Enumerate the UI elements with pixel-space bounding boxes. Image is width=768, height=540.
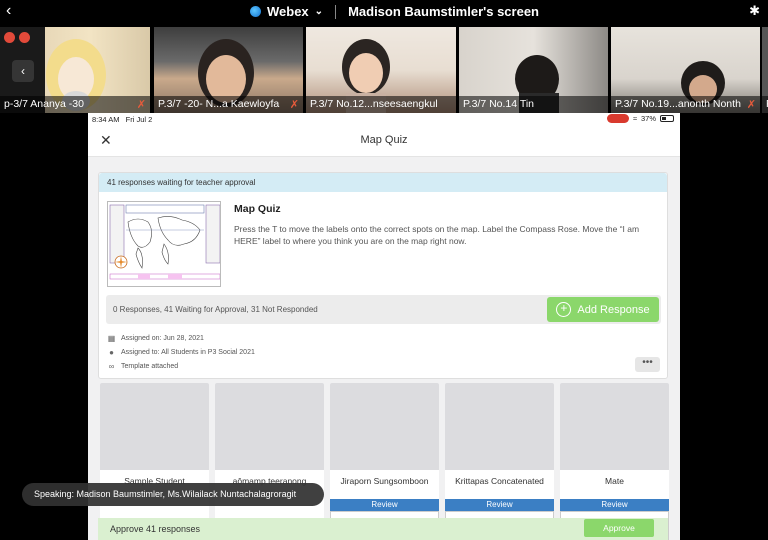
shared-screen-title: Madison Baumstimler's screen (348, 4, 539, 19)
review-button[interactable]: Review (560, 499, 669, 511)
response-card[interactable]: aômamp teeranong (215, 383, 324, 540)
page-title: Map Quiz (360, 134, 408, 146)
webex-meeting-window: ‹ Webex ⌄ Madison Baumstimler's screen ✱ (0, 0, 768, 540)
participant-name: P (762, 96, 768, 113)
participant-tile[interactable]: P.3/7 No.14 Tin (459, 27, 608, 113)
recording-icon (19, 32, 30, 43)
group-icon: ● (109, 348, 114, 357)
participant-tile[interactable]: P.3/7 No.12...nseesaengkul (306, 27, 456, 113)
status-time: 8:34 AM (92, 115, 120, 124)
assigned-on-row: ▦ Assigned on: Jun 28, 2021 (107, 334, 204, 343)
paperclip-icon: ∞ (108, 362, 115, 371)
muted-mic-icon: ✗ (136, 99, 146, 111)
chevron-down-icon[interactable]: ⌄ (315, 6, 323, 17)
template-text: Template attached (121, 363, 179, 370)
previous-participants-button[interactable]: ‹ (12, 60, 34, 82)
muted-mic-icon: ✗ (289, 99, 299, 111)
screen-recording-icon (606, 114, 629, 123)
plus-icon: + (556, 302, 572, 317)
bluetooth-icon: ✱ (749, 3, 760, 18)
back-chevron-icon[interactable]: ‹ (6, 2, 11, 20)
student-name: Jiraporn Sungsomboon (340, 476, 429, 486)
approve-bar: Approve 41 responses Approve (98, 518, 668, 540)
participant-tile[interactable]: P (762, 27, 768, 113)
recording-indicators (4, 32, 30, 43)
wifi-icon: ≈ (632, 114, 637, 123)
world-map-thumbnail (108, 202, 220, 286)
student-name: Mate (605, 476, 624, 486)
muted-mic-icon: ✗ (746, 99, 756, 111)
response-thumbnail (100, 383, 209, 470)
response-thumbnail (215, 383, 324, 470)
response-card[interactable]: Mate Review (560, 383, 669, 540)
response-thumbnail (445, 383, 554, 470)
student-name: Krittapas Concatenated (455, 476, 544, 486)
webex-logo-icon (250, 6, 261, 17)
app-navbar: ✕ Map Quiz (88, 125, 680, 157)
participant-name: P.3/7 No.19...anonth Nonth (611, 96, 760, 113)
response-thumbnail (330, 383, 439, 470)
participant-name: P.3/7 No.12...nseesaengkul (306, 96, 456, 113)
participant-name: P.3/7 -20- N...a Kaewloyfa (154, 96, 303, 113)
title-divider (335, 4, 337, 19)
ios-status-bar: 8:34 AM Fri Jul 2 ≈ 37% (88, 113, 680, 125)
responses-summary: 0 Responses, 41 Waiting for Approval, 31… (113, 305, 318, 314)
shared-screen: 8:34 AM Fri Jul 2 ≈ 37% ✕ Map Quiz 41 re… (88, 113, 680, 540)
calendar-icon: ▦ (107, 334, 116, 343)
status-date: Fri Jul 2 (125, 115, 153, 124)
approve-button[interactable]: Approve (584, 519, 654, 537)
student-responses-grid: Sample Student aômamp teeranong Jiraporn… (100, 383, 670, 540)
response-card[interactable]: Krittapas Concatenated Review (445, 383, 554, 540)
webex-app-name[interactable]: Webex (267, 4, 309, 19)
template-row[interactable]: ∞ Template attached (107, 362, 179, 371)
webex-top-bar: ‹ Webex ⌄ Madison Baumstimler's screen ✱ (0, 0, 768, 24)
participant-tile[interactable]: P.3/7 -20- N...a Kaewloyfa ✗ (154, 27, 303, 113)
assignment-card: 41 responses waiting for teacher approva… (98, 172, 668, 379)
battery-icon (660, 115, 674, 122)
speaking-indicator: Speaking: Madison Baumstimler, Ms.Wilail… (22, 483, 324, 506)
review-button[interactable]: Review (330, 499, 439, 511)
assignment-title: Map Quiz (234, 203, 281, 215)
approve-count-text: Approve 41 responses (110, 524, 201, 534)
approval-banner: 41 responses waiting for teacher approva… (99, 173, 667, 192)
assignment-description: Press the T to move the labels onto the … (234, 224, 640, 246)
participant-video-strip: ‹ p-3/7 Ananya -30 ✗ P.3/7 -20- N...a Ka… (0, 27, 768, 113)
more-options-button[interactable]: ••• (635, 357, 660, 372)
battery-percent: 37% (640, 114, 656, 123)
meeting-title: Webex ⌄ Madison Baumstimler's screen (250, 4, 539, 19)
response-thumbnail (560, 383, 669, 470)
review-button[interactable]: Review (445, 499, 554, 511)
participant-name: P.3/7 No.14 Tin (459, 96, 608, 113)
responses-bar: 0 Responses, 41 Waiting for Approval, 31… (106, 295, 661, 324)
assigned-to-row: ● Assigned to: All Students in P3 Social… (107, 348, 255, 357)
assigned-to-text: Assigned to: All Students in P3 Social 2… (121, 349, 255, 356)
add-response-label: Add Response (577, 303, 650, 316)
response-card[interactable]: Sample Student (100, 383, 209, 540)
participant-tile[interactable]: P.3/7 No.19...anonth Nonth ✗ (611, 27, 760, 113)
recording-icon (4, 32, 15, 43)
participant-tile[interactable]: ‹ p-3/7 Ananya -30 ✗ (0, 27, 150, 113)
assignment-thumbnail[interactable] (107, 201, 221, 287)
response-card[interactable]: Jiraporn Sungsomboon Review (330, 383, 439, 540)
add-response-button[interactable]: + Add Response (547, 297, 659, 322)
participant-name: p-3/7 Ananya -30 (0, 96, 150, 113)
assigned-on-text: Assigned on: Jun 28, 2021 (121, 335, 204, 342)
